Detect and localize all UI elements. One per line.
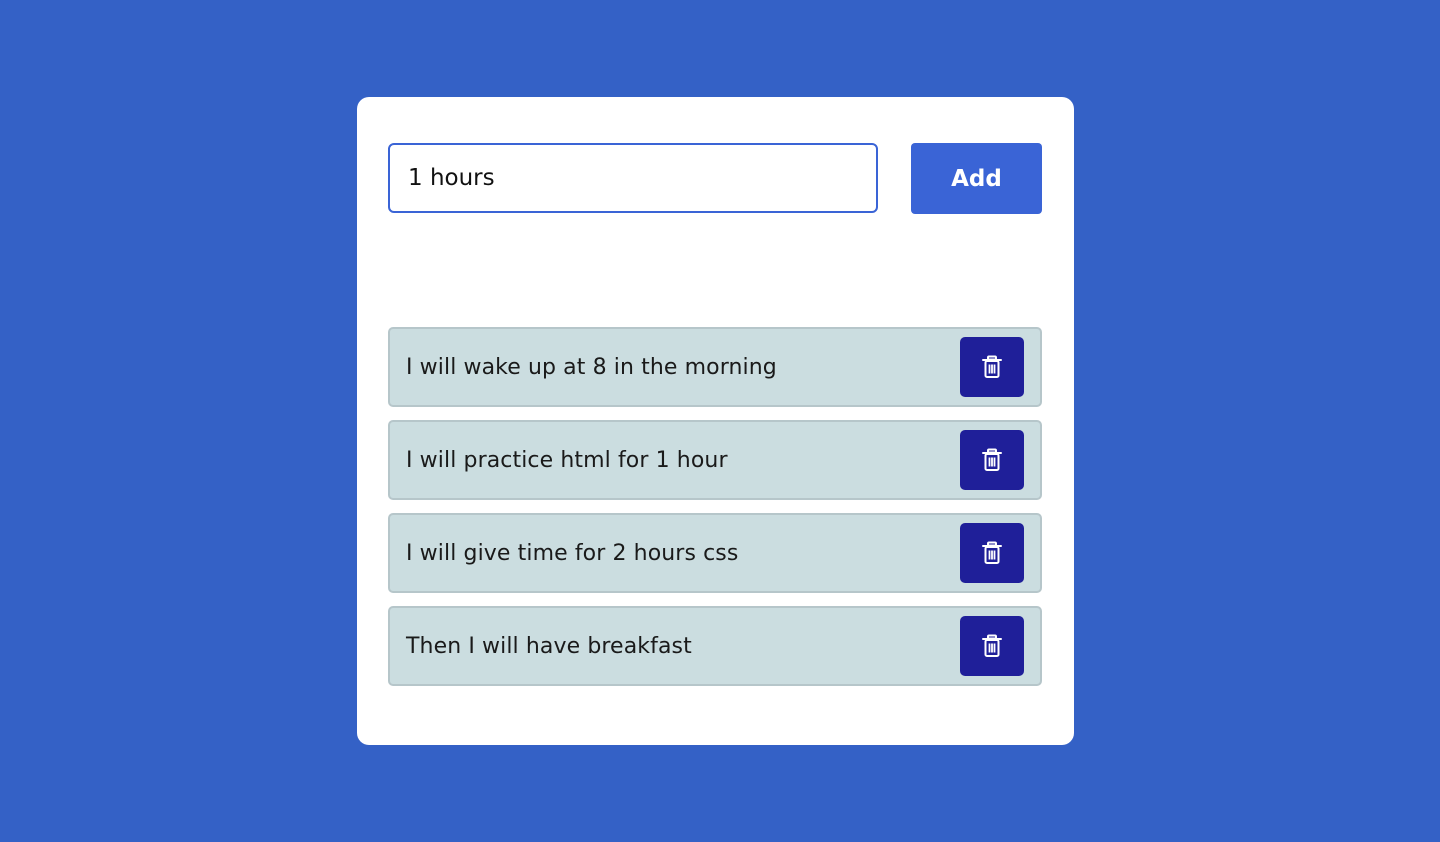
todo-text: Then I will have breakfast (406, 633, 692, 659)
list-item: Then I will have breakfast (388, 606, 1042, 686)
trash-icon (982, 355, 1002, 378)
todo-text: I will give time for 2 hours css (406, 540, 739, 566)
todo-list: I will wake up at 8 in the morning I wil… (388, 327, 1042, 699)
todo-input-row: Add (388, 143, 1042, 215)
list-item: I will give time for 2 hours css (388, 513, 1042, 593)
delete-button[interactable] (960, 430, 1024, 490)
todo-text: I will practice html for 1 hour (406, 447, 728, 473)
delete-button[interactable] (960, 523, 1024, 583)
delete-button[interactable] (960, 337, 1024, 397)
todo-input[interactable] (388, 143, 878, 213)
trash-icon (982, 634, 1002, 657)
add-button[interactable]: Add (911, 143, 1042, 214)
trash-icon (982, 541, 1002, 564)
todo-card: Add I will wake up at 8 in the morning I… (357, 97, 1074, 745)
delete-button[interactable] (960, 616, 1024, 676)
todo-text: I will wake up at 8 in the morning (406, 354, 777, 380)
list-item: I will practice html for 1 hour (388, 420, 1042, 500)
trash-icon (982, 448, 1002, 471)
list-item: I will wake up at 8 in the morning (388, 327, 1042, 407)
